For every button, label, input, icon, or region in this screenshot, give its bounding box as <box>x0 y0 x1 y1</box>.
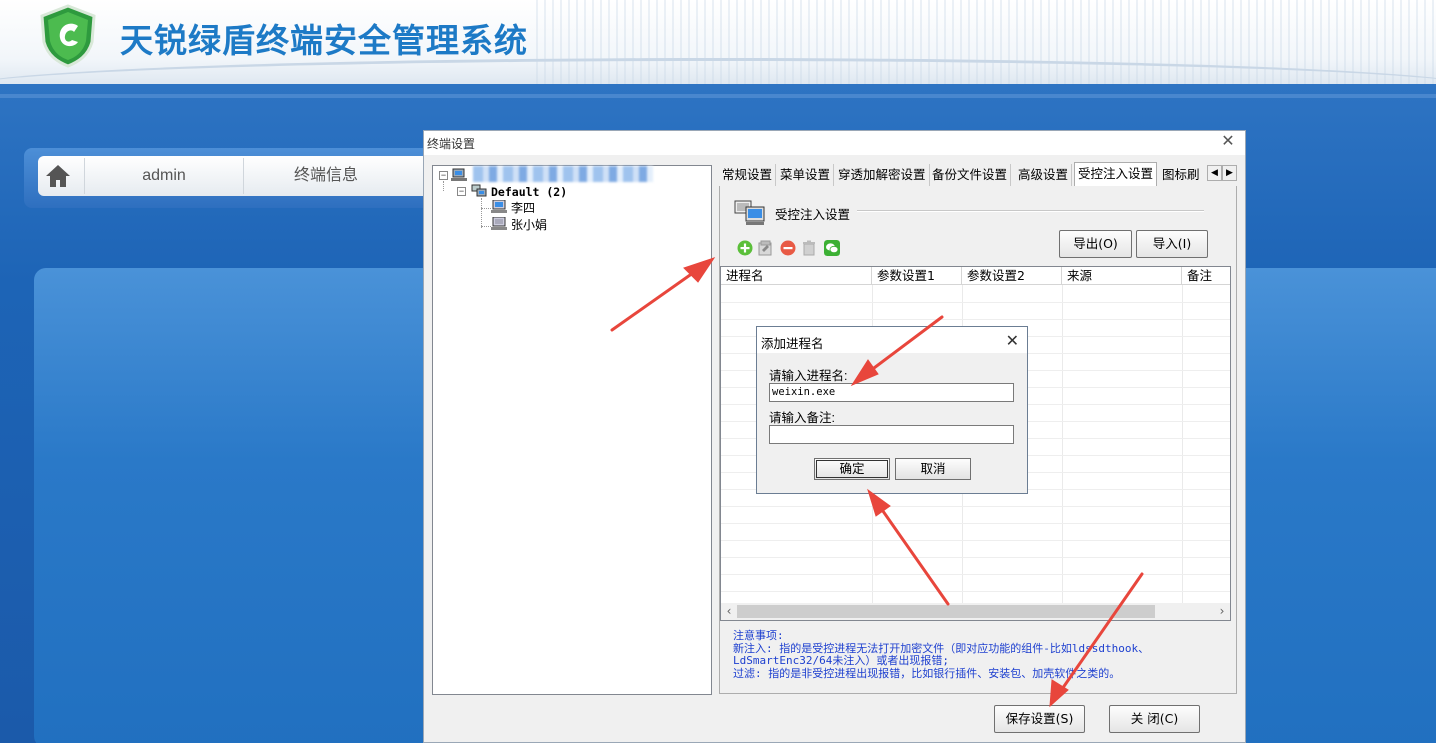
column-param1[interactable]: 参数设置1 <box>872 267 962 285</box>
app-title: 天锐绿盾终端安全管理系统 <box>120 21 528 60</box>
tab-menu[interactable]: 菜单设置 <box>777 164 835 186</box>
scroll-left-icon[interactable]: ‹ <box>721 603 737 620</box>
tab-scroll-right-button[interactable]: ▶ <box>1222 165 1237 181</box>
home-icon <box>46 165 70 187</box>
edit-icon[interactable] <box>758 240 774 256</box>
wechat-icon[interactable] <box>824 240 840 256</box>
ok-button[interactable]: 确定 <box>814 458 890 480</box>
save-settings-button[interactable]: 保存设置(S) <box>994 705 1085 733</box>
column-remark[interactable]: 备注 <box>1182 267 1230 285</box>
cancel-button[interactable]: 取消 <box>895 458 971 480</box>
export-button[interactable]: 导出(O) <box>1059 230 1132 258</box>
settings-tabs: 常规设置 菜单设置 穿透加解密设置 备份文件设置 高级设置 受控注入设置 图标刷 <box>719 162 1237 186</box>
table-header: 进程名 参数设置1 参数设置2 来源 备注 <box>721 267 1230 285</box>
remark-input[interactable] <box>769 425 1014 444</box>
tab-general[interactable]: 常规设置 <box>719 164 777 186</box>
note-line: LdSmartEnc32/64未注入）或者出现报错; <box>733 654 949 667</box>
column-param2[interactable]: 参数设置2 <box>962 267 1062 285</box>
remove-icon[interactable] <box>780 240 796 256</box>
tab-controlled-injection[interactable]: 受控注入设置 <box>1074 162 1158 186</box>
process-name-label: 请输入进程名: <box>769 369 848 383</box>
column-source[interactable]: 来源 <box>1062 267 1182 285</box>
section-title: 受控注入设置 <box>775 207 851 222</box>
popup-title: 添加进程名 <box>761 337 824 351</box>
tab-penetration-encryption[interactable]: 穿透加解密设置 <box>835 164 930 186</box>
remark-label: 请输入备注: <box>769 411 835 425</box>
shield-logo-icon <box>40 4 96 68</box>
table-horizontal-scrollbar[interactable]: ‹ › <box>721 603 1230 620</box>
add-process-dialog: 添加进程名 ✕ 请输入进程名: weixin.exe 请输入备注: 确定 取消 <box>756 326 1028 494</box>
note-line: 注意事项: <box>733 629 784 642</box>
popup-titlebar: 添加进程名 ✕ <box>757 327 1027 353</box>
close-button[interactable]: 关 闭(C) <box>1109 705 1200 733</box>
process-name-input[interactable]: weixin.exe <box>769 383 1014 402</box>
notes-text: 注意事项: 新注入: 指的是受控进程无法打开加密文件（即对应功能的组件-比如ld… <box>733 629 1203 680</box>
column-process-name[interactable]: 进程名 <box>721 267 872 285</box>
popup-close-icon[interactable]: ✕ <box>1006 331 1019 351</box>
trash-icon[interactable] <box>801 240 817 256</box>
tab-advanced[interactable]: 高级设置 <box>1015 164 1073 186</box>
scroll-right-icon[interactable]: › <box>1214 603 1230 620</box>
home-button[interactable] <box>40 158 76 194</box>
tab-scroll-buttons: ◀ ▶ <box>1207 165 1237 181</box>
injection-settings-icon <box>734 200 765 225</box>
scrollbar-thumb[interactable] <box>737 605 1155 618</box>
note-line: 过滤: 指的是非受控进程出现报错，比如银行插件、安装包、加壳软件之类的。 <box>733 666 1121 680</box>
nav-admin[interactable]: admin <box>84 158 244 194</box>
tab-icon-refresh[interactable]: 图标刷 <box>1159 164 1203 186</box>
tab-scroll-left-button[interactable]: ◀ <box>1207 165 1222 181</box>
tab-backup-files[interactable]: 备份文件设置 <box>929 164 1012 186</box>
section-divider <box>857 210 1204 212</box>
import-button[interactable]: 导入(I) <box>1136 230 1208 258</box>
add-icon[interactable] <box>737 240 753 256</box>
nav-terminal-info[interactable]: 终端信息 <box>246 158 406 194</box>
